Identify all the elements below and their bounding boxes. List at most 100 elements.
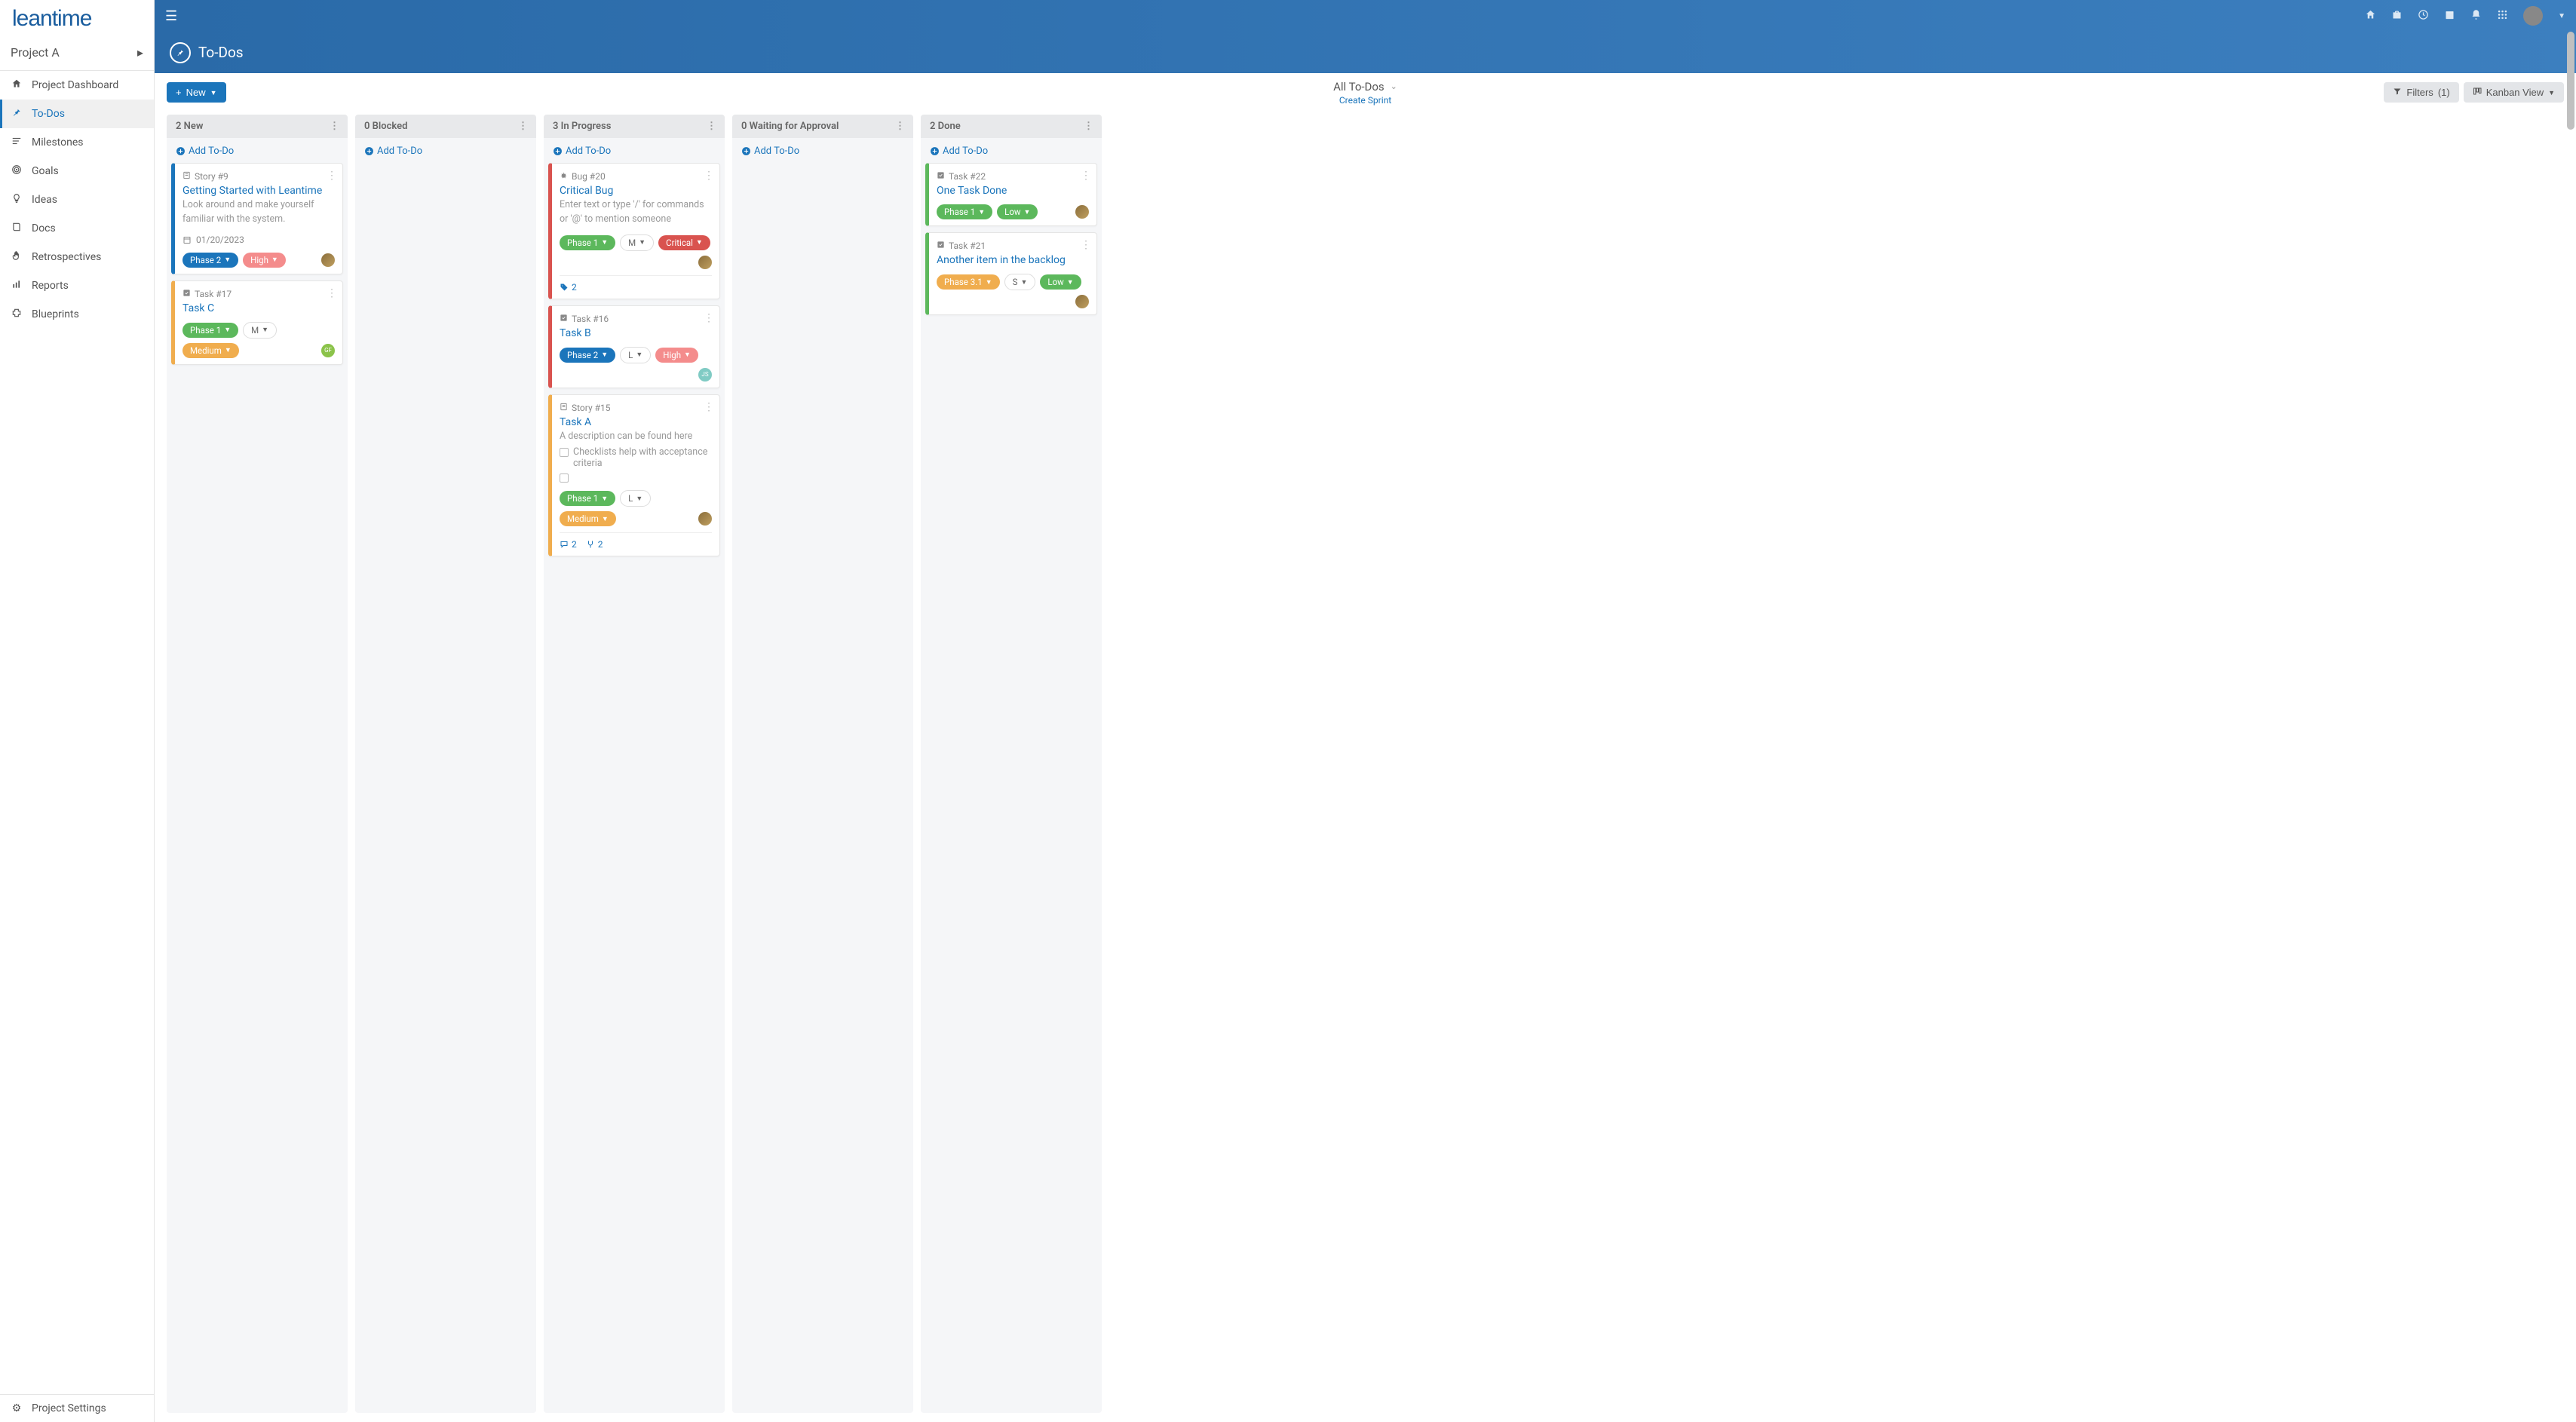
assignee-avatar[interactable] xyxy=(1075,295,1089,308)
clock-icon[interactable] xyxy=(2418,9,2429,23)
card-type: Task #17 xyxy=(182,289,335,299)
pill-phase-1[interactable]: Phase 1 ▼ xyxy=(937,204,992,219)
home-icon[interactable] xyxy=(2365,9,2376,23)
view-button[interactable]: Kanban View ▼ xyxy=(2464,82,2564,103)
card-menu-icon[interactable]: ⋮ xyxy=(704,401,713,413)
card-title[interactable]: Critical Bug xyxy=(560,185,712,197)
sidebar-item-docs[interactable]: Docs xyxy=(0,214,154,243)
project-settings-link[interactable]: ⚙ Project Settings xyxy=(0,1394,154,1422)
add-todo-link[interactable]: Add To-Do xyxy=(355,138,536,163)
column-menu-icon[interactable]: ⋮ xyxy=(518,121,527,132)
topbar: ☰ xyxy=(155,0,2576,32)
sidebar-item-reports[interactable]: Reports xyxy=(0,271,154,300)
calendar-icon[interactable] xyxy=(2444,9,2455,23)
bulb-icon xyxy=(11,193,23,207)
pill-high[interactable]: High ▼ xyxy=(655,348,698,363)
card-menu-icon[interactable]: ⋮ xyxy=(1081,170,1090,182)
card-menu-icon[interactable]: ⋮ xyxy=(704,312,713,324)
card[interactable]: ⋮ Story #15Task AA description can be fo… xyxy=(548,394,720,557)
card-menu-icon[interactable]: ⋮ xyxy=(1081,239,1090,251)
assignee-avatar[interactable] xyxy=(321,253,335,267)
pill-phase-1[interactable]: Phase 1 ▼ xyxy=(560,235,615,250)
caret-down-icon[interactable]: ▼ xyxy=(2558,12,2565,20)
sidebar-item-blueprints[interactable]: Blueprints xyxy=(0,300,154,329)
apps-icon[interactable] xyxy=(2497,9,2508,23)
pill-phase-3-1[interactable]: Phase 3.1 ▼ xyxy=(937,274,1000,290)
briefcase-icon[interactable] xyxy=(2391,9,2403,23)
logo[interactable]: leantime xyxy=(0,0,154,35)
pill-critical[interactable]: Critical ▼ xyxy=(658,235,710,250)
pin-icon xyxy=(170,42,191,63)
column-menu-icon[interactable]: ⋮ xyxy=(1084,121,1093,132)
column-menu-icon[interactable]: ⋮ xyxy=(330,121,339,132)
card[interactable]: ⋮ Bug #20Critical BugEnter text or type … xyxy=(548,163,720,299)
sidebar-item-to-dos[interactable]: To-Dos xyxy=(0,100,154,128)
assignee-avatar[interactable]: JS xyxy=(698,368,712,382)
sidebar-item-goals[interactable]: Goals xyxy=(0,157,154,185)
card-title[interactable]: Task B xyxy=(560,327,712,339)
tags-count[interactable]: 2 xyxy=(560,282,577,293)
user-avatar[interactable] xyxy=(2523,6,2543,26)
scrollbar[interactable] xyxy=(2567,32,2574,130)
pill-low[interactable]: Low ▼ xyxy=(997,204,1038,219)
pill-l[interactable]: L ▼ xyxy=(620,490,651,507)
pill-phase-2[interactable]: Phase 2 ▼ xyxy=(182,253,238,268)
card-title[interactable]: Another item in the backlog xyxy=(937,254,1089,266)
pill-phase-2[interactable]: Phase 2 ▼ xyxy=(560,348,615,363)
card[interactable]: ⋮ Story #9Getting Started with LeantimeL… xyxy=(171,163,343,274)
board-filter-dropdown[interactable]: All To-Dos ⌄ xyxy=(1333,80,1397,93)
add-todo-link[interactable]: Add To-Do xyxy=(732,138,913,163)
create-sprint-link[interactable]: Create Sprint xyxy=(1333,95,1397,106)
subtasks-count[interactable]: 2 xyxy=(586,539,603,550)
pill-m[interactable]: M ▼ xyxy=(620,234,654,251)
add-todo-link[interactable]: Add To-Do xyxy=(921,138,1102,163)
add-todo-link[interactable]: Add To-Do xyxy=(167,138,348,163)
sidebar-item-ideas[interactable]: Ideas xyxy=(0,185,154,214)
column-menu-icon[interactable]: ⋮ xyxy=(895,121,904,132)
pill-medium[interactable]: Medium ▼ xyxy=(560,511,616,526)
sidebar-item-milestones[interactable]: Milestones xyxy=(0,128,154,157)
card-menu-icon[interactable]: ⋮ xyxy=(704,170,713,182)
comments-count[interactable]: 2 xyxy=(560,539,577,550)
card[interactable]: ⋮ Task #21Another item in the backlogPha… xyxy=(925,232,1097,315)
pill-low[interactable]: Low ▼ xyxy=(1040,274,1081,290)
pill-phase-1[interactable]: Phase 1 ▼ xyxy=(182,323,238,338)
pill-s[interactable]: S ▼ xyxy=(1004,274,1036,290)
card-date[interactable]: 01/20/2023 xyxy=(182,234,335,245)
caret-down-icon: ▼ xyxy=(1024,208,1031,216)
sidebar-nav: Project DashboardTo-DosMilestonesGoalsId… xyxy=(0,71,154,1394)
assignee-avatar[interactable] xyxy=(698,512,712,526)
column-title: 2 Done xyxy=(930,121,961,132)
pill-medium[interactable]: Medium ▼ xyxy=(182,343,239,358)
card-menu-icon[interactable]: ⋮ xyxy=(327,287,336,299)
column-header: 0 Blocked ⋮ xyxy=(355,115,536,138)
assignee-avatar[interactable] xyxy=(698,256,712,269)
checkbox-icon[interactable] xyxy=(560,448,569,457)
bell-icon[interactable] xyxy=(2470,9,2482,23)
card-title[interactable]: Getting Started with Leantime xyxy=(182,185,335,197)
pill-phase-1[interactable]: Phase 1 ▼ xyxy=(560,491,615,506)
checkbox-icon[interactable] xyxy=(560,473,569,483)
card[interactable]: ⋮ Task #16Task BPhase 2 ▼L ▼High ▼JS xyxy=(548,305,720,388)
filters-button[interactable]: Filters (1) xyxy=(2384,82,2458,103)
project-selector[interactable]: Project A ▸ xyxy=(0,35,154,71)
card-menu-icon[interactable]: ⋮ xyxy=(327,170,336,182)
assignee-avatar[interactable]: GF xyxy=(321,344,335,357)
card[interactable]: ⋮ Task #22One Task DonePhase 1 ▼Low ▼ xyxy=(925,163,1097,226)
assignee-avatar[interactable] xyxy=(1075,205,1089,219)
card-title[interactable]: Task A xyxy=(560,416,712,428)
card-title[interactable]: Task C xyxy=(182,302,335,314)
column-menu-icon[interactable]: ⋮ xyxy=(707,121,716,132)
card[interactable]: ⋮ Task #17 Task C Phase 1 ▼ M ▼ Medium ▼ GF xyxy=(171,280,343,365)
hamburger-icon[interactable]: ☰ xyxy=(165,8,177,24)
column-header: 2 New ⋮ xyxy=(167,115,348,138)
new-button[interactable]: + New ▼ xyxy=(167,82,226,103)
add-todo-link[interactable]: Add To-Do xyxy=(544,138,725,163)
pill-m[interactable]: M ▼ xyxy=(243,322,277,339)
card-title[interactable]: One Task Done xyxy=(937,185,1089,197)
pill-l[interactable]: L ▼ xyxy=(620,347,651,363)
pill-high[interactable]: High ▼ xyxy=(243,253,286,268)
card-editor-placeholder[interactable]: Enter text or type '/' for commands or '… xyxy=(560,198,712,227)
sidebar-item-retrospectives[interactable]: Retrospectives xyxy=(0,243,154,271)
sidebar-item-project-dashboard[interactable]: Project Dashboard xyxy=(0,71,154,100)
